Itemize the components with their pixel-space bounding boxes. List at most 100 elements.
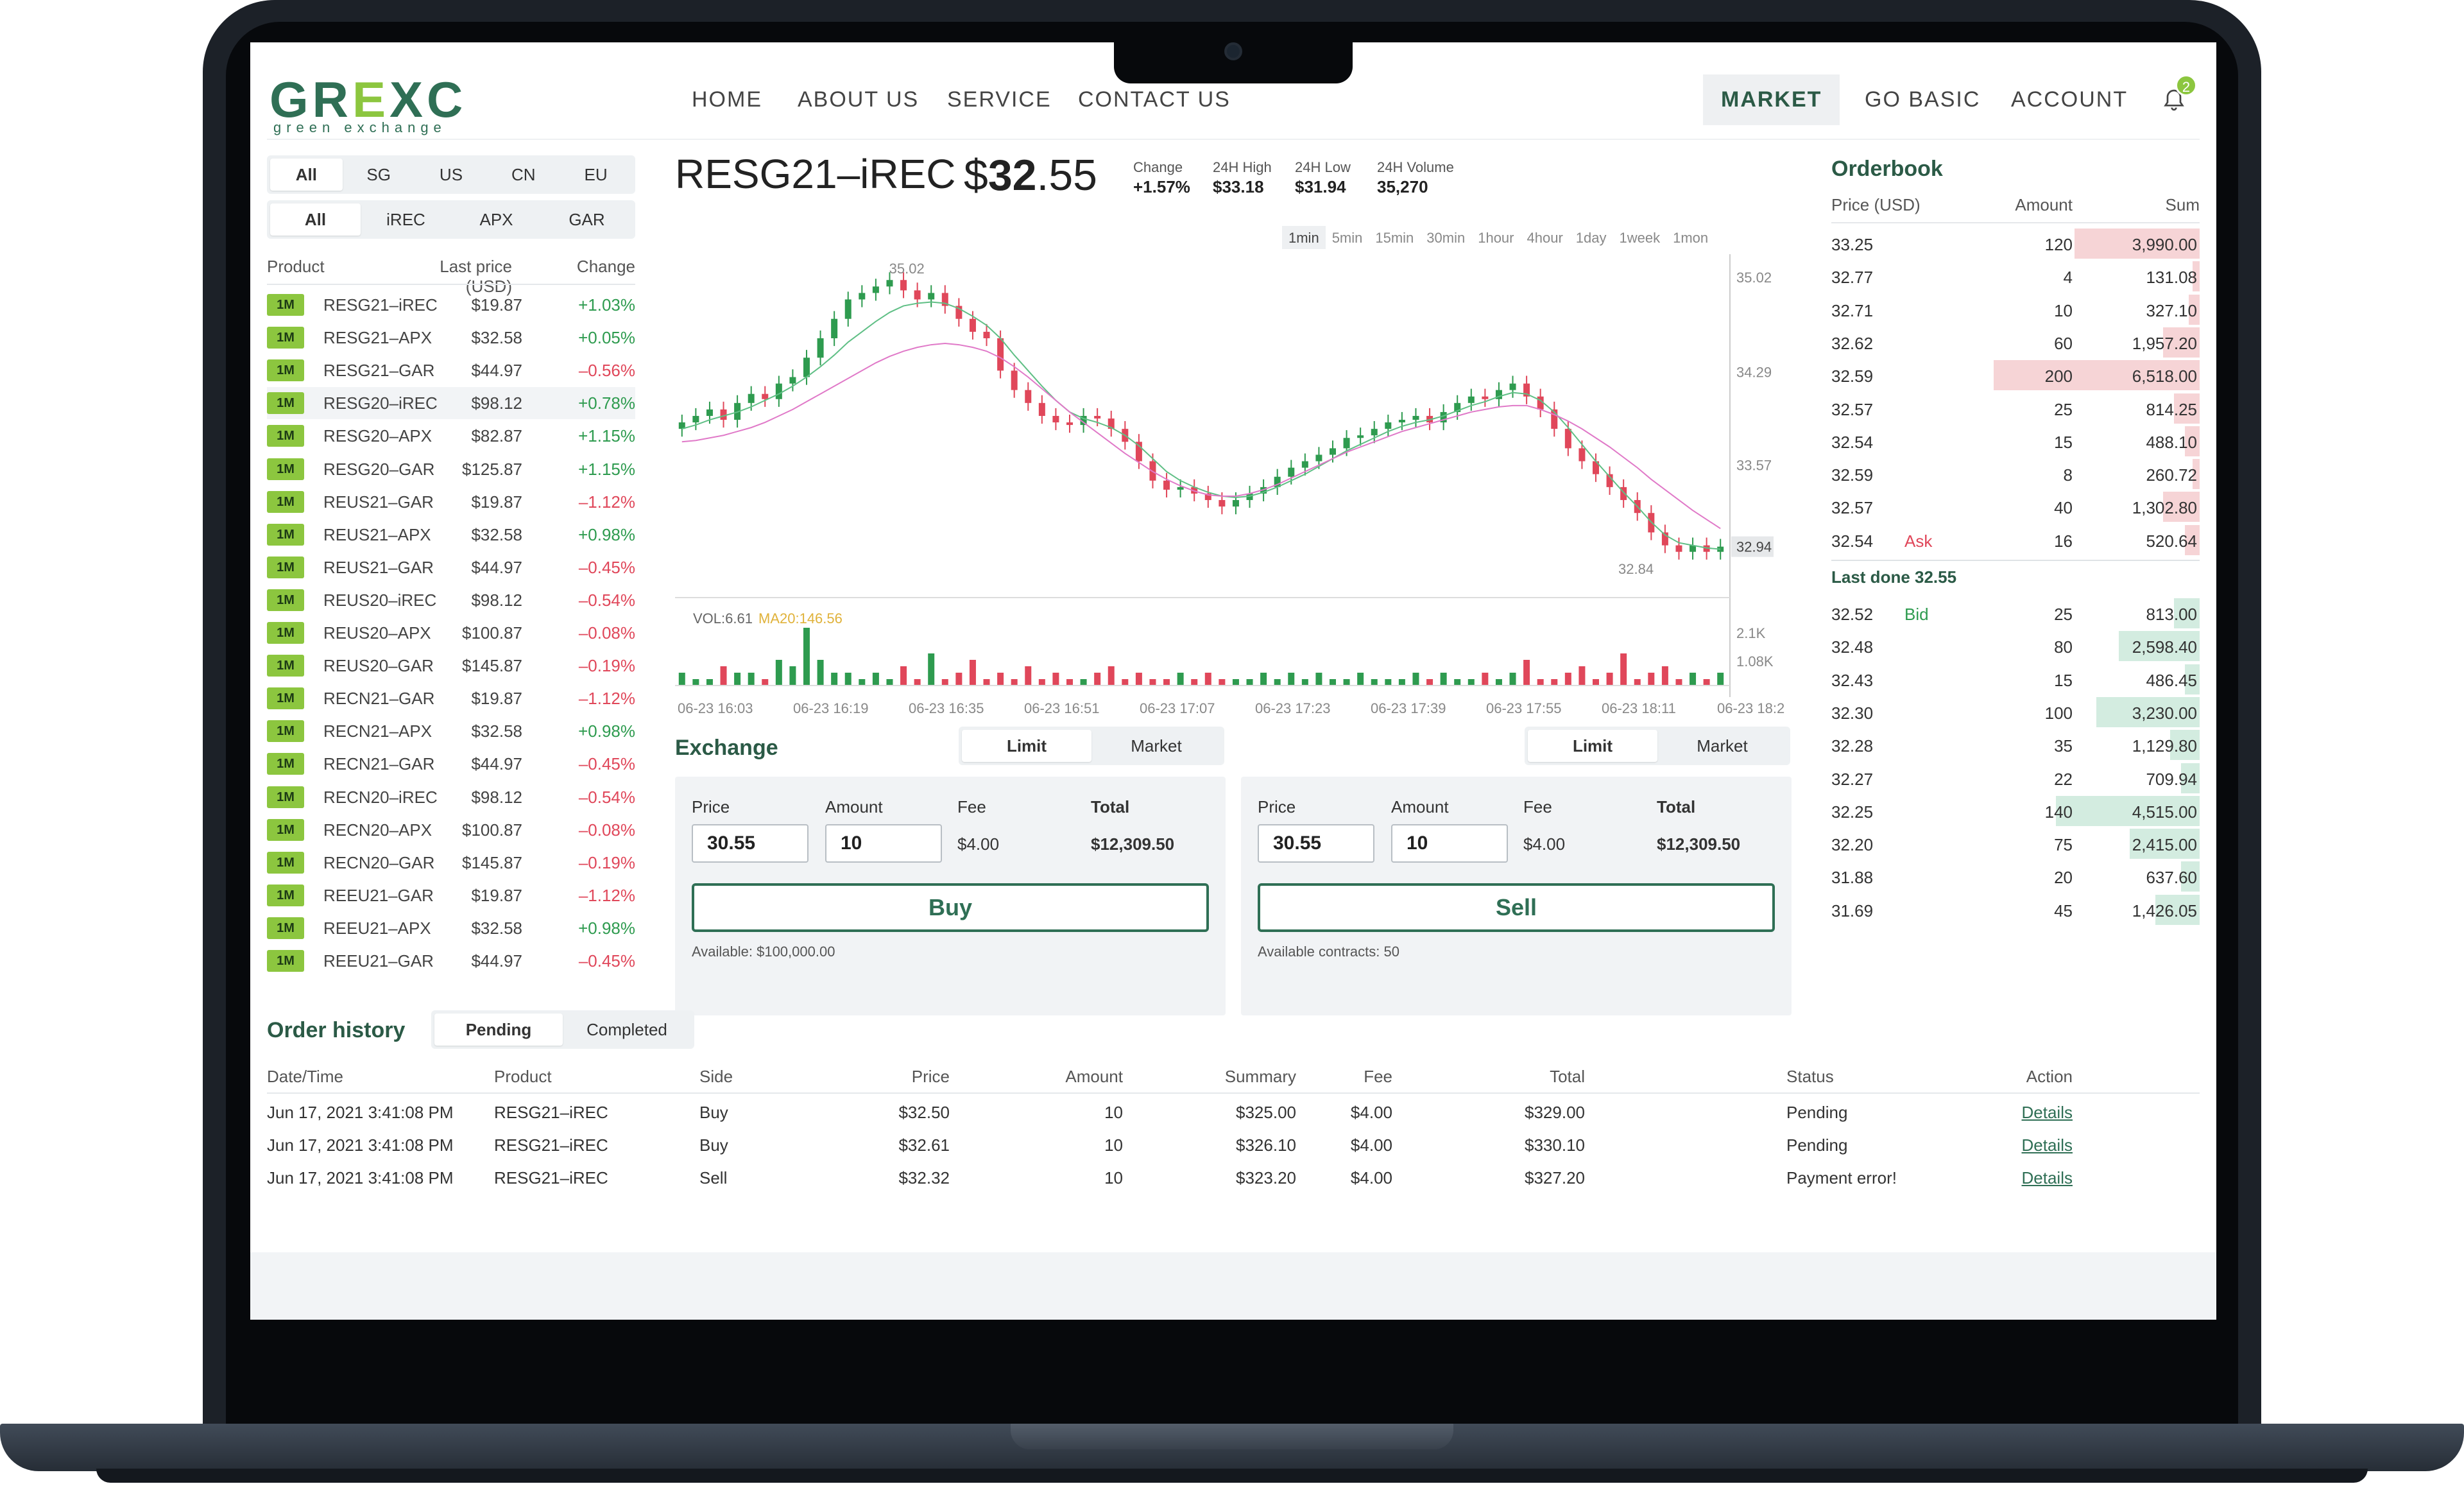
price-tick: 33.57 (1736, 458, 1772, 474)
product-row[interactable]: 1M REUS21–GAR $19.87 –1.12% (267, 486, 635, 518)
product-row[interactable]: 1M REEU21–APX $32.58 +0.98% (267, 912, 635, 944)
sell-amount-input[interactable]: 10 (1391, 824, 1508, 863)
product-row[interactable]: 1M RESG21–iREC $19.87 +1.03% (267, 289, 635, 321)
product-row[interactable]: 1M RESG20–GAR $125.87 +1.15% (267, 453, 635, 485)
details-link[interactable]: Details (1996, 1135, 2073, 1155)
type-tab-3[interactable]: GAR (542, 203, 632, 236)
asks-row[interactable]: 32.59 200 6,518.00 (1831, 359, 2200, 392)
tab-pending[interactable]: Pending (434, 1014, 563, 1046)
asks-row[interactable]: 32.71 10 327.10 (1831, 293, 2200, 326)
tenor-badge: 1M (267, 589, 304, 611)
bids-row[interactable]: 32.20 75 2,415.00 (1831, 827, 2200, 860)
history-cell: 10 (1104, 1168, 1123, 1187)
nav-account[interactable]: ACCOUNT (2011, 87, 2128, 112)
region-tab-2[interactable]: US (415, 159, 488, 191)
tenor-badge: 1M (267, 327, 304, 349)
time-tick: 06-23 18:11 (1602, 700, 1676, 716)
region-tab-0[interactable]: All (270, 159, 343, 191)
product-row[interactable]: 1M RECN20–APX $100.87 –0.08% (267, 814, 635, 846)
product-row[interactable]: 1M RECN20–GAR $145.87 –0.19% (267, 847, 635, 879)
product-row[interactable]: 1M REEU21–GAR $19.87 –1.12% (267, 879, 635, 911)
product-row[interactable]: 1M RECN20–iREC $98.12 –0.54% (267, 781, 635, 813)
tenor-badge: 1M (267, 753, 304, 775)
buy-price-input[interactable]: 30.55 (692, 824, 809, 863)
ob-amount: 22 (2054, 769, 2073, 789)
details-link[interactable]: Details (1996, 1103, 2073, 1123)
sell-tab-market[interactable]: Market (1657, 730, 1787, 762)
timeframe-30min[interactable]: 30min (1420, 226, 1471, 249)
timeframe-1hour[interactable]: 1hour (1471, 226, 1520, 249)
product-row[interactable]: 1M REEU21–GAR $44.97 –0.45% (267, 945, 635, 977)
type-tab-1[interactable]: iREC (361, 203, 451, 236)
product-row[interactable]: 1M REUS20–GAR $145.87 –0.19% (267, 650, 635, 682)
product-row[interactable]: 1M REUS21–GAR $44.97 –0.45% (267, 551, 635, 583)
details-link[interactable]: Details (1996, 1168, 2073, 1188)
buy-order-type: Limit Market (959, 727, 1224, 765)
nav-service[interactable]: SERVICE (947, 87, 1052, 112)
ob-sum: 1,302.80 (2132, 498, 2197, 518)
type-tab-0[interactable]: All (270, 203, 361, 236)
sell-tab-limit[interactable]: Limit (1528, 730, 1657, 762)
product-row[interactable]: 1M REUS21–APX $32.58 +0.98% (267, 519, 635, 551)
buy-button[interactable]: Buy (692, 883, 1209, 932)
region-tab-3[interactable]: CN (487, 159, 560, 191)
nav-about[interactable]: ABOUT US (798, 87, 919, 112)
bids-row[interactable]: 32.52 Bid 25 813.00 (1831, 597, 2200, 630)
product-row[interactable]: 1M RESG21–GAR $44.97 –0.56% (267, 354, 635, 386)
history-divider (267, 1092, 2200, 1094)
asks-row[interactable]: 32.59 8 260.72 (1831, 458, 2200, 490)
volume-bar (1551, 679, 1558, 686)
nav-go-basic[interactable]: GO BASIC (1865, 87, 1980, 112)
product-row[interactable]: 1M RECN21–APX $32.58 +0.98% (267, 715, 635, 747)
asks-row[interactable]: 32.54 Ask 16 520.64 (1831, 524, 2200, 557)
bids-row[interactable]: 32.27 22 709.94 (1831, 762, 2200, 795)
type-tab-2[interactable]: APX (451, 203, 542, 236)
ob-price: 32.54 (1831, 531, 1874, 551)
volume-bar (1690, 673, 1697, 686)
region-tab-1[interactable]: SG (343, 159, 415, 191)
bids-row[interactable]: 31.88 20 637.60 (1831, 860, 2200, 893)
timeframe-1week[interactable]: 1week (1613, 226, 1667, 249)
bids-row[interactable]: 32.48 80 2,598.40 (1831, 630, 2200, 662)
product-row[interactable]: 1M REUS20–iREC $98.12 –0.54% (267, 584, 635, 616)
asks-row[interactable]: 32.77 4 131.08 (1831, 260, 2200, 293)
timeframe-1day[interactable]: 1day (1570, 226, 1613, 249)
timeframe-1min[interactable]: 1min (1282, 226, 1326, 249)
asks-row[interactable]: 32.62 60 1,957.20 (1831, 326, 2200, 359)
buy-amount-input[interactable]: 10 (825, 824, 942, 863)
bids-row[interactable]: 32.28 35 1,129.80 (1831, 729, 2200, 761)
list-divider (267, 284, 635, 285)
bids-row[interactable]: 31.69 45 1,426.05 (1831, 893, 2200, 926)
nav-contact[interactable]: CONTACT US (1078, 87, 1231, 112)
product-row[interactable]: 1M RECN21–GAR $44.97 –0.45% (267, 748, 635, 780)
asks-row[interactable]: 32.54 15 488.10 (1831, 425, 2200, 458)
product-row[interactable]: 1M RESG20–iREC $98.12 +0.78% (267, 387, 635, 420)
bids-row[interactable]: 32.25 140 4,515.00 (1831, 795, 2200, 827)
product-row[interactable]: 1M RESG21–APX $32.58 +0.05% (267, 322, 635, 354)
product-row[interactable]: 1M RECN21–GAR $19.87 –1.12% (267, 682, 635, 714)
product-change: –0.54% (578, 787, 635, 807)
timeframe-4hour[interactable]: 4hour (1521, 226, 1570, 249)
timeframe-15min[interactable]: 15min (1369, 226, 1420, 249)
sell-button[interactable]: Sell (1258, 883, 1775, 932)
tab-completed[interactable]: Completed (563, 1014, 691, 1046)
product-price: $32.58 (471, 721, 522, 741)
bids-row[interactable]: 32.30 100 3,230.00 (1831, 696, 2200, 729)
region-tab-4[interactable]: EU (560, 159, 632, 191)
bids-row[interactable]: 32.43 15 486.45 (1831, 663, 2200, 696)
nav-home[interactable]: HOME (692, 87, 762, 112)
volume-bar (1454, 679, 1461, 686)
price-chart[interactable]: 35.02 34.29 33.57 35.02 32.84 32.94 VOL:6.61 MA… (675, 254, 1785, 723)
asks-row[interactable]: 33.25 120 3,990.00 (1831, 227, 2200, 260)
product-row[interactable]: 1M RESG20–APX $82.87 +1.15% (267, 420, 635, 452)
asks-row[interactable]: 32.57 25 814.25 (1831, 392, 2200, 425)
asks-row[interactable]: 32.57 40 1,302.80 (1831, 490, 2200, 523)
nav-market[interactable]: MARKET (1703, 74, 1840, 125)
sell-price-input[interactable]: 30.55 (1258, 824, 1374, 863)
buy-tab-limit[interactable]: Limit (962, 730, 1091, 762)
ob-sum: 3,230.00 (2132, 703, 2197, 723)
timeframe-1mon[interactable]: 1mon (1666, 226, 1715, 249)
product-row[interactable]: 1M REUS20–APX $100.87 –0.08% (267, 617, 635, 649)
timeframe-5min[interactable]: 5min (1326, 226, 1369, 249)
buy-tab-market[interactable]: Market (1091, 730, 1221, 762)
